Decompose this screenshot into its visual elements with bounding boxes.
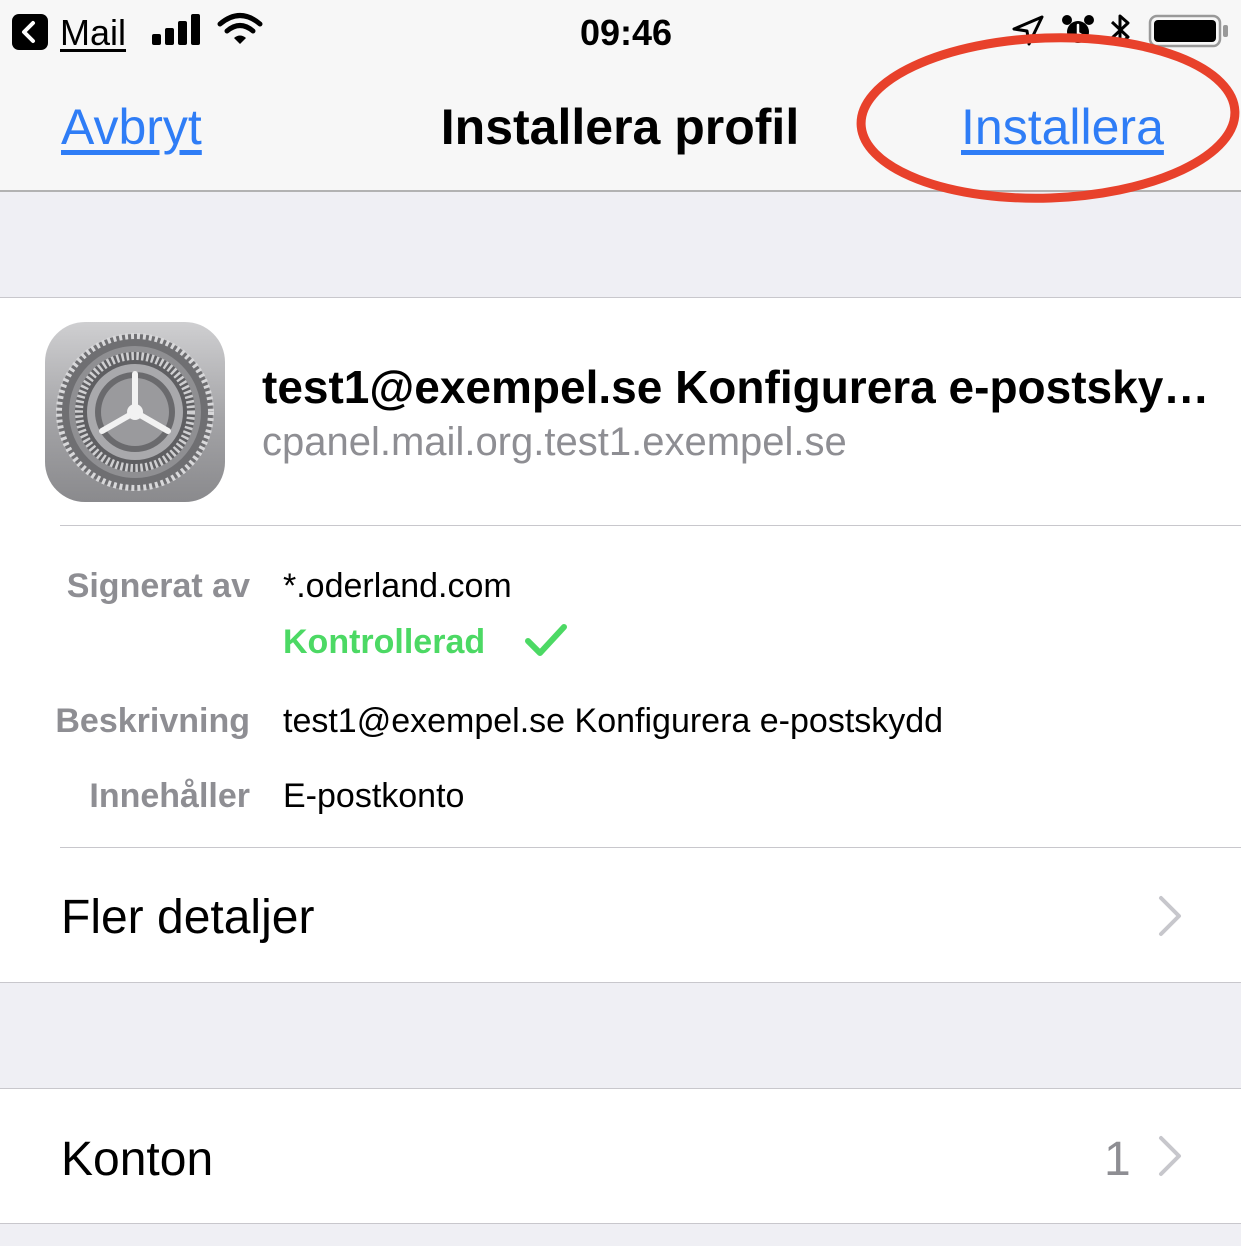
profile-name: test1@exempel.se Konfigurera e-postskydd bbox=[262, 361, 1212, 413]
divider bbox=[60, 525, 1241, 526]
more-details-row[interactable]: Fler detaljer bbox=[61, 890, 314, 945]
back-to-app-icon[interactable] bbox=[12, 14, 48, 50]
contains-value: E-postkonto bbox=[283, 777, 465, 815]
cellular-signal-icon bbox=[152, 14, 202, 51]
signed-by-label: Signerat av bbox=[66, 567, 250, 605]
cancel-button[interactable]: Avbryt bbox=[61, 98, 202, 156]
checkmark-icon bbox=[524, 621, 568, 666]
page-title: Installera profil bbox=[440, 99, 800, 155]
contains-label: Innehåller bbox=[89, 777, 250, 815]
wifi-icon bbox=[217, 12, 263, 53]
back-to-app-label[interactable]: Mail bbox=[60, 12, 126, 54]
verified-status: Kontrollerad bbox=[283, 623, 486, 661]
signed-by-value: *.oderland.com bbox=[283, 567, 512, 605]
accounts-count: 1 bbox=[1104, 1133, 1131, 1186]
divider bbox=[60, 847, 1241, 848]
annotation-ellipse bbox=[856, 33, 1240, 203]
accounts-row[interactable]: Konton bbox=[61, 1132, 213, 1187]
description-value: test1@exempel.se Konfigurera e-postskydd bbox=[283, 702, 944, 740]
profile-identifier: cpanel.mail.org.test1.exempel.se bbox=[262, 420, 847, 464]
chevron-right-icon[interactable] bbox=[1155, 1134, 1185, 1183]
status-time: 09:46 bbox=[579, 12, 673, 53]
settings-gear-icon bbox=[45, 322, 225, 502]
description-label: Beskrivning bbox=[55, 702, 250, 740]
chevron-right-icon[interactable] bbox=[1155, 894, 1185, 943]
